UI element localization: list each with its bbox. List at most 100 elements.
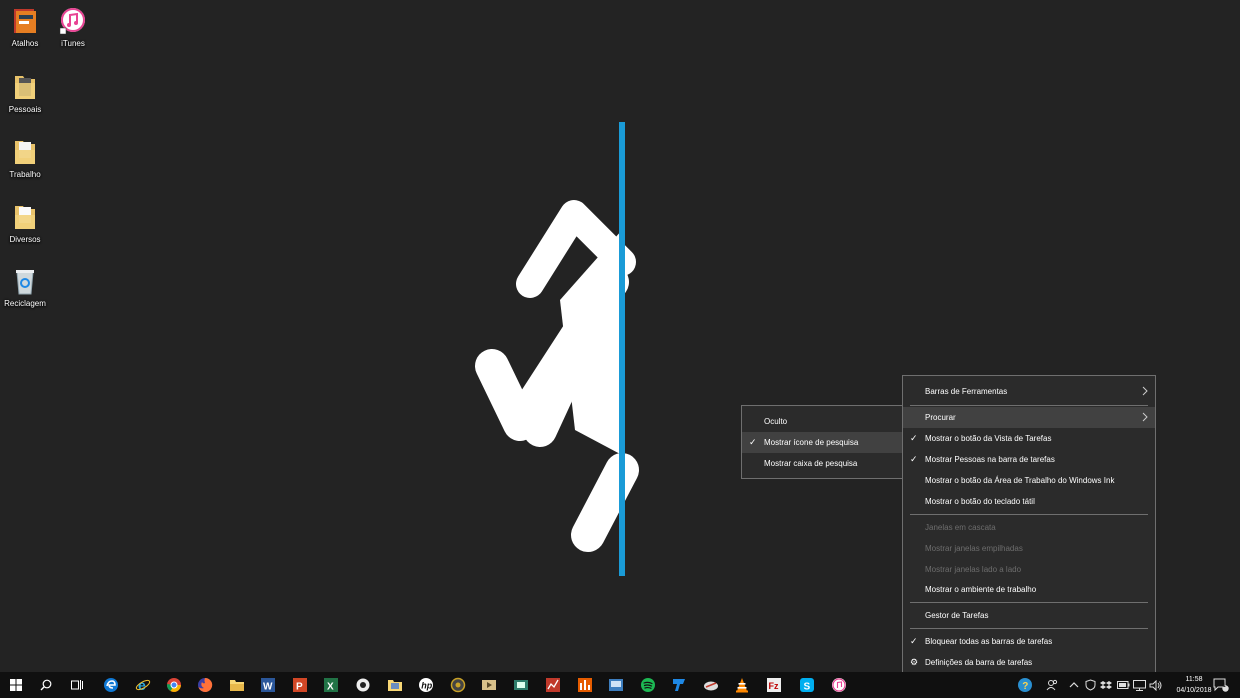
menu-item-label: Mostrar Pessoas na barra de tarefas — [925, 455, 1055, 464]
taskbar-app-edge[interactable] — [100, 674, 122, 696]
menu-separator — [910, 602, 1148, 603]
desktop-icon-diversos[interactable]: Diversos — [2, 202, 48, 244]
clock-time: 11:58 — [1185, 676, 1203, 683]
taskbar-app-filezilla[interactable]: Fz — [763, 674, 785, 696]
checkmark-icon: ✓ — [910, 433, 918, 443]
taskbar-app-camera[interactable] — [447, 674, 469, 696]
tray-volume[interactable] — [1148, 676, 1162, 694]
checkmark-icon: ✓ — [749, 437, 757, 447]
menu-item-task-view-button[interactable]: ✓ Mostrar o botão da Vista de Tarefas — [903, 428, 1155, 449]
search-icon — [40, 679, 52, 691]
taskbar-app-control-panel[interactable] — [605, 674, 627, 696]
publisher-icon — [673, 679, 685, 691]
desktop-icon-trabalho[interactable]: Trabalho — [2, 137, 48, 179]
powerpoint-icon: P — [293, 678, 307, 693]
menu-item-label: Barras de Ferramentas — [925, 387, 1008, 396]
tray-dropbox[interactable] — [1099, 676, 1113, 694]
vlc-icon — [736, 678, 748, 693]
submenu-item-show-search-box[interactable]: Mostrar caixa de pesquisa — [742, 453, 902, 474]
start-icon — [10, 679, 22, 691]
menu-item-taskbar-settings[interactable]: ⚙ Definições da barra de tarefas — [903, 652, 1155, 673]
taskbar-app-hp[interactable]: hp — [415, 674, 437, 696]
tray-people[interactable] — [1044, 676, 1060, 694]
menu-separator — [910, 628, 1148, 629]
start-button[interactable] — [5, 674, 27, 696]
skype-icon: S — [800, 678, 814, 693]
taskbar-app-chart[interactable] — [542, 674, 564, 696]
menu-item-people[interactable]: ✓ Mostrar Pessoas na barra de tarefas — [903, 449, 1155, 470]
search-submenu: Oculto ✓ Mostrar ícone de pesquisa Mostr… — [741, 405, 903, 479]
shield-icon — [1085, 679, 1095, 691]
folder-icon — [11, 202, 39, 232]
taskbar-app-firefox[interactable] — [194, 674, 216, 696]
taskbar-app-excel[interactable]: X — [320, 674, 342, 696]
chrome-icon — [167, 678, 181, 692]
desktop-icon-label: Diversos — [9, 235, 41, 244]
desktop-icon-label: iTunes — [61, 39, 85, 48]
menu-item-show-desktop[interactable]: Mostrar o ambiente de trabalho — [903, 579, 1155, 600]
desktop-icon-reciclagem[interactable]: Reciclagem — [2, 266, 48, 308]
hp-icon: hp — [419, 678, 433, 692]
taskbar-app-file-explorer[interactable] — [226, 674, 248, 696]
tray-help[interactable]: ? — [1016, 676, 1034, 694]
desktop-icon-pessoais[interactable]: Pessoais — [2, 72, 48, 114]
taskbar-app-cloud[interactable] — [700, 674, 722, 696]
taskbar-app-publisher[interactable] — [668, 674, 690, 696]
menu-item-touch-keyboard[interactable]: Mostrar o botão do teclado tátil — [903, 491, 1155, 512]
clock-date: 04/10/2018 — [1176, 687, 1212, 694]
menu-item-task-manager[interactable]: Gestor de Tarefas — [903, 605, 1155, 626]
desktop-icon-label: Atalhos — [11, 39, 39, 48]
desktop-icon-atalhos[interactable]: Atalhos — [2, 6, 48, 48]
tray-defender[interactable] — [1083, 676, 1097, 694]
tray-network[interactable] — [1132, 676, 1146, 694]
search-button[interactable] — [35, 674, 57, 696]
taskbar-app-photo-folder[interactable] — [384, 674, 406, 696]
taskbar-app-spotify[interactable] — [637, 674, 659, 696]
taskbar-clock[interactable]: 11:58 04/10/2018 — [1172, 674, 1216, 696]
taskbar-app-audio-mixer[interactable] — [574, 674, 596, 696]
menu-item-toolbars[interactable]: Barras de Ferramentas — [903, 381, 1155, 402]
submenu-item-label: Mostrar ícone de pesquisa — [764, 438, 859, 447]
taskbar-app-vlc[interactable] — [731, 674, 753, 696]
menu-separator — [910, 405, 1148, 406]
svg-text:e: e — [138, 677, 146, 693]
screen-capture-icon — [514, 680, 528, 690]
battery-icon — [1116, 681, 1129, 689]
itunes-icon — [59, 6, 87, 36]
submenu-item-show-search-icon[interactable]: ✓ Mostrar ícone de pesquisa — [742, 432, 902, 453]
tray-show-hidden[interactable] — [1068, 676, 1080, 694]
taskbar-app-powerpoint[interactable]: P — [289, 674, 311, 696]
control-panel-icon — [609, 679, 623, 691]
taskbar-app-internet-explorer[interactable]: e — [132, 674, 154, 696]
menu-item-lock-taskbars[interactable]: ✓ Bloquear todas as barras de tarefas — [903, 631, 1155, 652]
desktop-icon-itunes[interactable]: iTunes — [50, 6, 96, 48]
taskbar-app-media[interactable] — [352, 674, 374, 696]
task-view-button[interactable] — [66, 674, 88, 696]
action-center-button[interactable]: 1 — [1212, 676, 1230, 694]
cloud-app-icon — [704, 681, 718, 691]
taskbar-app-screen-capture[interactable] — [510, 674, 532, 696]
checkmark-icon: ✓ — [910, 636, 918, 646]
submenu-item-hidden[interactable]: Oculto — [742, 411, 902, 432]
menu-item-windows-ink[interactable]: Mostrar o botão da Área de Trabalho do W… — [903, 470, 1155, 491]
taskbar-app-word[interactable]: W — [257, 674, 279, 696]
chevron-right-icon — [1142, 412, 1148, 422]
menu-item-side-by-side: Mostrar janelas lado a lado — [903, 559, 1155, 580]
tray-battery[interactable] — [1116, 676, 1130, 694]
taskbar-app-skype[interactable]: S — [796, 674, 818, 696]
network-icon — [1132, 679, 1146, 691]
menu-item-stacked-windows: Mostrar janelas empilhadas — [903, 538, 1155, 559]
menu-item-search[interactable]: Procurar — [903, 407, 1155, 428]
task-view-icon — [71, 680, 83, 690]
svg-text:X: X — [327, 682, 334, 693]
svg-text:Fz: Fz — [769, 681, 779, 691]
itunes-icon — [832, 678, 846, 692]
desktop-icon-label: Trabalho — [9, 170, 41, 179]
taskbar-app-itunes[interactable] — [828, 674, 850, 696]
taskbar-app-video-player[interactable] — [478, 674, 500, 696]
filezilla-icon: Fz — [767, 678, 781, 692]
chevron-right-icon — [1142, 386, 1148, 396]
checkmark-icon: ✓ — [910, 454, 918, 464]
taskbar-app-chrome[interactable] — [163, 674, 185, 696]
taskbar-context-menu: Barras de Ferramentas Procurar ✓ Mostrar… — [902, 375, 1156, 677]
